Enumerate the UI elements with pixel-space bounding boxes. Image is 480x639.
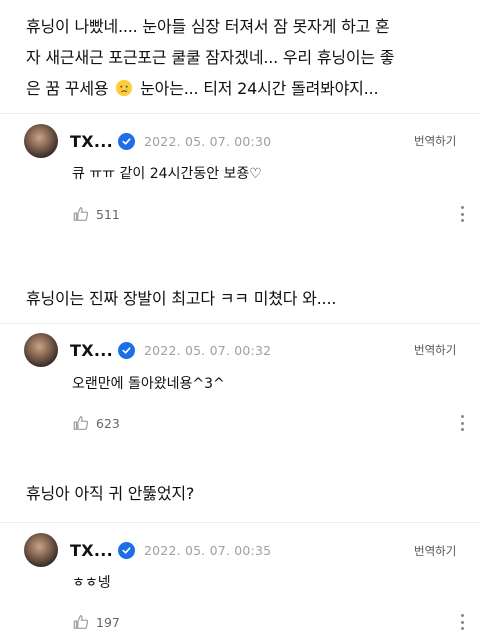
comment-text: 휴닝아 아직 귀 안뚫었지? bbox=[26, 478, 466, 509]
comment-line: 휴닝이 나빴네.... 눈아들 심장 터져서 잠 못자게 하고 혼 bbox=[26, 17, 390, 36]
translate-button[interactable]: 번역하기 bbox=[414, 342, 456, 358]
thumbs-up-icon bbox=[73, 615, 89, 629]
avatar[interactable] bbox=[24, 533, 58, 567]
reply-date: 2022. 05. 07. 00:30 bbox=[143, 133, 272, 149]
translate-button[interactable]: 번역하기 bbox=[414, 133, 456, 149]
like-count: 197 bbox=[96, 614, 120, 630]
thumbs-up-icon bbox=[73, 207, 89, 221]
author-name[interactable]: TX... bbox=[70, 341, 113, 360]
more-vertical-icon[interactable] bbox=[458, 415, 466, 431]
author-name[interactable]: TX... bbox=[70, 541, 113, 560]
avatar[interactable] bbox=[24, 333, 58, 367]
reply-text: 큐 ㅠㅠ 같이 24시간동안 보죵♡ bbox=[72, 166, 262, 182]
like-count: 511 bbox=[96, 206, 120, 222]
translate-button[interactable]: 번역하기 bbox=[414, 543, 456, 559]
divider bbox=[0, 113, 480, 114]
like-button[interactable]: 623 bbox=[72, 413, 120, 433]
verified-badge-icon bbox=[117, 541, 135, 559]
comment-text: 휴닝이는 진짜 장발이 최고다 ㅋㅋ 미쳤다 와.... bbox=[26, 283, 466, 314]
author-name[interactable]: TX... bbox=[70, 132, 113, 151]
comment-line: 은 꿈 꾸세용 눈아는... 티저 24시간 돌려봐야지... bbox=[26, 79, 379, 98]
reply-header: TX... 2022. 05. 07. 00:32 bbox=[24, 333, 271, 367]
verified-badge-icon bbox=[117, 132, 135, 150]
crying-face-emoji bbox=[116, 79, 133, 97]
reply-header: TX... 2022. 05. 07. 00:35 bbox=[24, 533, 271, 567]
more-vertical-icon[interactable] bbox=[458, 206, 466, 222]
reply-text: ㅎㅎ넹 bbox=[72, 575, 111, 591]
reply-text: 오랜만에 돌아왔네용^3^ bbox=[72, 376, 225, 392]
divider bbox=[0, 323, 480, 324]
reply-date: 2022. 05. 07. 00:35 bbox=[143, 542, 272, 558]
like-button[interactable]: 511 bbox=[72, 204, 120, 224]
more-vertical-icon[interactable] bbox=[458, 614, 466, 630]
reply-date: 2022. 05. 07. 00:32 bbox=[143, 342, 272, 358]
comment-line: 휴닝이는 진짜 장발이 최고다 ㅋㅋ 미쳤다 와.... bbox=[26, 289, 337, 308]
avatar[interactable] bbox=[24, 124, 58, 158]
like-button[interactable]: 197 bbox=[72, 612, 120, 632]
thumbs-up-icon bbox=[73, 416, 89, 430]
comment-line: 휴닝아 아직 귀 안뚫었지? bbox=[26, 484, 195, 503]
comment-line: 자 새근새근 포근포근 쿨쿨 잠자겠네... 우리 휴닝이는 좋 bbox=[26, 48, 395, 67]
like-count: 623 bbox=[96, 415, 120, 431]
divider bbox=[0, 522, 480, 523]
reply-header: TX... 2022. 05. 07. 00:30 bbox=[24, 124, 271, 158]
comment-text: 휴닝이 나빴네.... 눈아들 심장 터져서 잠 못자게 하고 혼 자 새근새근… bbox=[26, 11, 466, 104]
verified-badge-icon bbox=[117, 341, 135, 359]
